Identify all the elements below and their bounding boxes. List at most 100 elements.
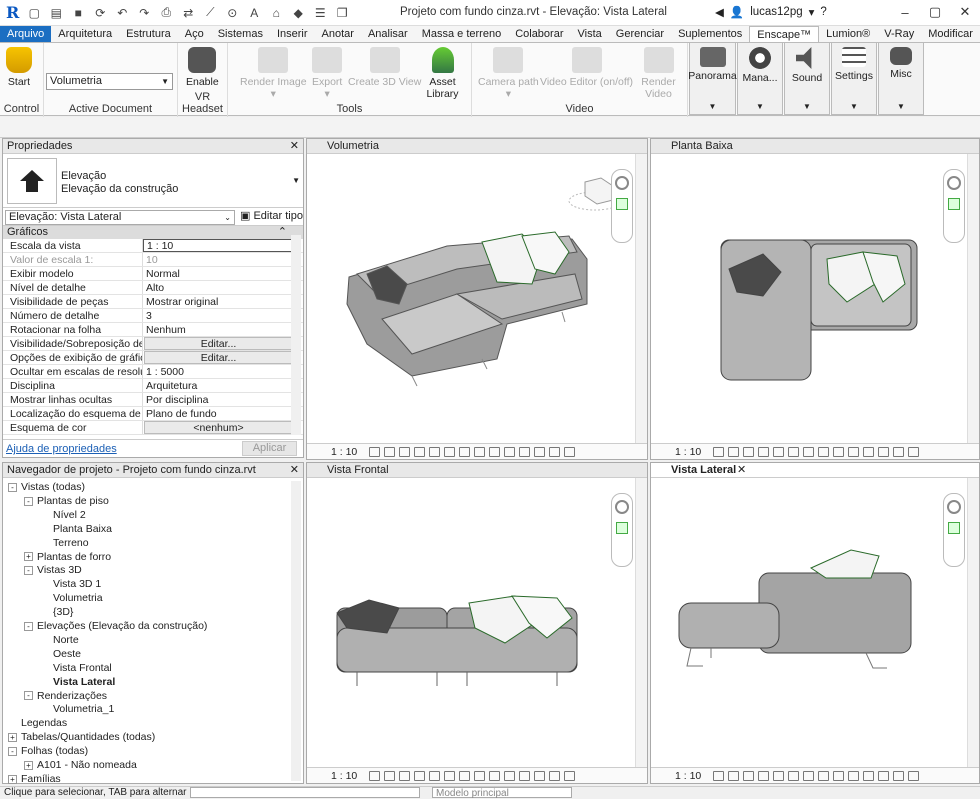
info-icon[interactable]: ◀ <box>715 5 724 19</box>
settings-button[interactable]: Settings ▼ <box>831 43 877 115</box>
expand-icon[interactable]: + <box>8 732 17 742</box>
video-editor-button[interactable]: Video Editor (on/off) <box>540 47 633 88</box>
browser-node[interactable]: Volumetria <box>40 591 103 605</box>
property-value[interactable]: Alto <box>143 281 303 294</box>
view-control-icons[interactable] <box>713 447 919 457</box>
folder-icon[interactable]: ▤ <box>48 5 64 21</box>
3d-canvas[interactable] <box>307 154 635 443</box>
type-selector[interactable]: Elevação Elevação da construção ▼ <box>3 154 303 208</box>
browser-node[interactable]: {3D} <box>40 605 73 619</box>
tab-estrutura[interactable]: Estrutura <box>119 26 178 42</box>
navigation-bar[interactable] <box>611 169 633 243</box>
tab-v-ray[interactable]: V-Ray <box>877 26 921 42</box>
browser-node[interactable]: Oeste <box>40 647 81 661</box>
property-value[interactable]: Editar... <box>144 337 293 350</box>
browser-node[interactable]: Nível 2 <box>40 508 86 522</box>
close-browser-icon[interactable]: ✕ <box>290 463 299 478</box>
active-document-select[interactable]: Volumetria ▼ <box>46 73 173 90</box>
open-icon[interactable]: ▢ <box>26 5 42 21</box>
property-value[interactable]: <nenhum> <box>144 421 293 434</box>
property-value[interactable]: 1 : 10 <box>143 239 293 252</box>
plan-canvas[interactable] <box>651 154 967 443</box>
tab-vista-lateral[interactable]: Vista Lateral ✕ <box>651 463 979 478</box>
property-value[interactable]: Por disciplina <box>143 393 303 406</box>
property-value[interactable]: 1 : 5000 <box>143 365 303 378</box>
3d-view-icon[interactable]: ⌂ <box>268 5 284 21</box>
steering-wheel-icon[interactable] <box>615 500 629 514</box>
panorama-button[interactable]: Panorama ▼ <box>688 43 737 115</box>
tab-arquitetura[interactable]: Arquitetura <box>51 26 119 42</box>
tab-modificar[interactable]: Modificar <box>921 26 980 42</box>
browser-node[interactable]: + Plantas de forro <box>24 550 111 564</box>
browser-node[interactable]: - Vistas 3D <box>24 563 82 577</box>
view-control-icons[interactable] <box>713 771 919 781</box>
property-value[interactable]: Arquitetura <box>143 379 303 392</box>
measure-icon[interactable]: ⇄ <box>180 5 196 21</box>
instance-dropdown[interactable]: Elevação: Vista Lateral ⌄ <box>5 210 235 225</box>
property-value[interactable]: Nenhum <box>143 323 303 336</box>
tag-icon[interactable]: ⊙ <box>224 5 240 21</box>
zoom-icon[interactable] <box>616 522 628 534</box>
viewport-scrollbar-plan[interactable] <box>967 154 979 443</box>
tab-sistemas[interactable]: Sistemas <box>211 26 270 42</box>
browser-node[interactable]: Vista 3D 1 <box>40 577 101 591</box>
tab-analisar[interactable]: Analisar <box>361 26 415 42</box>
collapse-icon[interactable]: - <box>24 496 33 506</box>
browser-node[interactable]: Norte <box>40 633 79 647</box>
browser-node[interactable]: Vista Frontal <box>40 661 112 675</box>
browser-node[interactable]: Terreno <box>40 536 89 550</box>
tab-a-o[interactable]: Aço <box>178 26 211 42</box>
properties-scrollbar[interactable] <box>291 235 301 435</box>
render-video-button[interactable]: Render Video <box>630 47 687 100</box>
create-3d-view-button[interactable]: Create 3D View <box>348 47 421 88</box>
browser-node[interactable]: - Elevações (Elevação da construção) <box>24 619 207 633</box>
viewport-vista-lateral[interactable]: Vista Lateral ✕ 1 : 10 <box>650 462 980 784</box>
apply-button[interactable]: Aplicar <box>242 441 297 456</box>
text-icon[interactable]: A <box>246 5 262 21</box>
sound-button[interactable]: Sound ▼ <box>784 43 830 115</box>
browser-node[interactable]: Volumetria_1 <box>40 702 114 716</box>
zoom-icon[interactable] <box>616 198 628 210</box>
steering-wheel-icon[interactable] <box>615 176 629 190</box>
property-value[interactable]: Mostrar original <box>143 295 303 308</box>
browser-node[interactable]: Vista Lateral <box>40 675 115 689</box>
browser-scrollbar[interactable] <box>291 481 301 781</box>
redo-icon[interactable]: ↷ <box>136 5 152 21</box>
tab-arquivo[interactable]: Arquivo <box>0 26 52 42</box>
tab-enscape[interactable]: Enscape™ <box>749 26 820 42</box>
side-canvas[interactable] <box>651 478 967 767</box>
tab-vista-frontal[interactable]: Vista Frontal <box>307 463 647 478</box>
browser-node[interactable]: - Renderizações <box>24 689 107 703</box>
dimension-icon[interactable]: ⟋ <box>202 5 218 21</box>
viewport-volumetria[interactable]: Volumetria 1 : 10 <box>306 138 648 460</box>
viewport-scrollbar[interactable] <box>635 154 647 443</box>
tab-colaborar[interactable]: Colaborar <box>508 26 570 42</box>
tab-massa-e-terreno[interactable]: Massa e terreno <box>415 26 508 42</box>
front-canvas[interactable] <box>307 478 635 767</box>
tab-inserir[interactable]: Inserir <box>270 26 315 42</box>
user-name[interactable]: lucas12pg <box>750 6 802 18</box>
type-dropdown-icon[interactable]: ▼ <box>292 176 300 185</box>
browser-node[interactable]: - Folhas (todas) <box>8 744 88 758</box>
status-workset-field[interactable] <box>190 787 420 798</box>
edit-type-button[interactable]: ▣ Editar tipo <box>240 209 303 224</box>
cart-icon[interactable]: ▾ <box>809 5 815 19</box>
steering-wheel-icon[interactable] <box>947 176 961 190</box>
property-value[interactable]: Normal <box>143 267 303 280</box>
property-value[interactable]: 3 <box>143 309 303 322</box>
manage-button[interactable]: Mana... ▼ <box>737 43 783 115</box>
property-value[interactable]: Plano de fundo <box>143 407 303 420</box>
navigation-bar-front[interactable] <box>611 493 633 567</box>
view-scale[interactable]: 1 : 10 <box>675 770 701 782</box>
browser-node[interactable]: + Tabelas/Quantidades (todas) <box>8 730 155 744</box>
collapse-icon[interactable]: - <box>8 746 17 756</box>
tab-anotar[interactable]: Anotar <box>315 26 361 42</box>
browser-node[interactable]: Planta Baixa <box>40 522 112 536</box>
camera-path-button[interactable]: Camera path ▾ <box>478 47 539 100</box>
switch-windows-icon[interactable]: ❐ <box>334 5 350 21</box>
undo-icon[interactable]: ↶ <box>114 5 130 21</box>
export-button[interactable]: Export ▾ <box>312 47 342 100</box>
viewport-scrollbar-side[interactable] <box>967 478 979 767</box>
steering-wheel-icon[interactable] <box>947 500 961 514</box>
render-image-button[interactable]: Render Image ▾ <box>240 47 307 100</box>
